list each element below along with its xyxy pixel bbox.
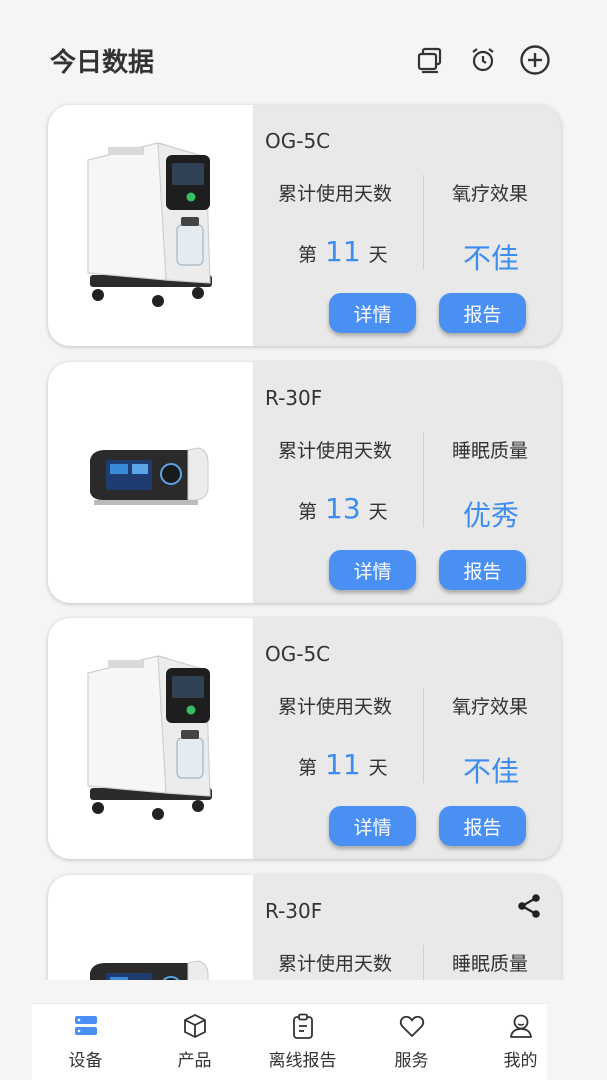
days-prefix: 第 (298, 501, 318, 523)
device-model: OG-5C (265, 129, 331, 153)
metric-status: 优秀 (463, 499, 520, 532)
device-icon (74, 1016, 97, 1035)
clipboard-icon (292, 1013, 313, 1039)
metric-status: 不佳 (463, 755, 520, 788)
metric-status: 不佳 (463, 242, 520, 275)
metric-label: 睡眠质量 (452, 953, 529, 975)
user-icon (509, 1014, 532, 1038)
header: 今日数据 (0, 0, 607, 100)
column-divider (423, 175, 424, 270)
nav-label: 离线报告 (268, 1051, 337, 1071)
device-model: R-30F (265, 899, 323, 923)
detail-button[interactable]: 详情 (329, 806, 416, 846)
metric-label: 氧疗效果 (452, 183, 529, 205)
metric-label: 睡眠质量 (452, 440, 529, 462)
add-circle-icon[interactable] (519, 44, 551, 76)
device-model: R-30F (265, 386, 323, 410)
usage-days-value: 第 11 天 (298, 748, 388, 781)
report-button[interactable]: 报告 (439, 550, 526, 590)
days-number: 13 (325, 492, 361, 525)
days-number: 11 (325, 748, 361, 781)
usage-days-value: 第 13 天 (298, 492, 388, 525)
column-divider (423, 945, 424, 980)
usage-days-label: 累计使用天数 (278, 183, 393, 205)
detail-button[interactable]: 详情 (329, 550, 416, 590)
nav-label: 产品 (177, 1051, 212, 1071)
device-card[interactable]: R-30F 累计使用天数 睡眠质量 第 13 天 优秀 详情 报告 (48, 362, 561, 603)
share-icon[interactable] (516, 893, 542, 919)
nav-item-offline-report[interactable]: 离线报告 (251, 1004, 354, 1080)
days-suffix: 天 (368, 757, 388, 779)
usage-days-value: 第 11 天 (298, 235, 388, 268)
device-card[interactable]: R-30F 累计使用天数 睡眠质量 (48, 875, 561, 980)
column-divider (423, 688, 424, 783)
device-model: OG-5C (265, 642, 331, 666)
copy-icon[interactable] (414, 44, 446, 76)
device-image-ventilator (48, 362, 253, 603)
usage-days-label: 累计使用天数 (278, 440, 393, 462)
nav-label: 我的 (503, 1051, 538, 1071)
days-number: 11 (325, 235, 361, 268)
days-prefix: 第 (298, 244, 318, 266)
nav-label: 设备 (68, 1051, 103, 1071)
cube-icon (183, 1014, 206, 1038)
nav-item-mine[interactable]: 我的 (469, 1004, 572, 1080)
alarm-clock-icon[interactable] (467, 44, 499, 76)
bottom-nav: 设备 产品 离线报告 服务 我的 (32, 1003, 547, 1080)
heart-icon (399, 1015, 424, 1037)
nav-item-device[interactable]: 设备 (34, 1004, 137, 1080)
usage-days-label: 累计使用天数 (278, 953, 393, 975)
device-card-list[interactable]: OG-5C 累计使用天数 氧疗效果 第 11 天 不佳 详情 报告 R-30F … (0, 100, 607, 980)
report-button[interactable]: 报告 (439, 293, 526, 333)
days-prefix: 第 (298, 757, 318, 779)
device-image-oxygen-concentrator (48, 618, 253, 859)
detail-button[interactable]: 详情 (329, 293, 416, 333)
usage-days-label: 累计使用天数 (278, 696, 393, 718)
nav-item-service[interactable]: 服务 (360, 1004, 463, 1080)
column-divider (423, 432, 424, 527)
device-card[interactable]: OG-5C 累计使用天数 氧疗效果 第 11 天 不佳 详情 报告 (48, 618, 561, 859)
device-image-ventilator (48, 875, 253, 980)
page-title: 今日数据 (50, 48, 155, 78)
report-button[interactable]: 报告 (439, 806, 526, 846)
device-image-oxygen-concentrator (48, 105, 253, 346)
days-suffix: 天 (368, 244, 388, 266)
device-card[interactable]: OG-5C 累计使用天数 氧疗效果 第 11 天 不佳 详情 报告 (48, 105, 561, 346)
nav-item-product[interactable]: 产品 (143, 1004, 246, 1080)
days-suffix: 天 (368, 501, 388, 523)
metric-label: 氧疗效果 (452, 696, 529, 718)
nav-label: 服务 (394, 1051, 429, 1071)
